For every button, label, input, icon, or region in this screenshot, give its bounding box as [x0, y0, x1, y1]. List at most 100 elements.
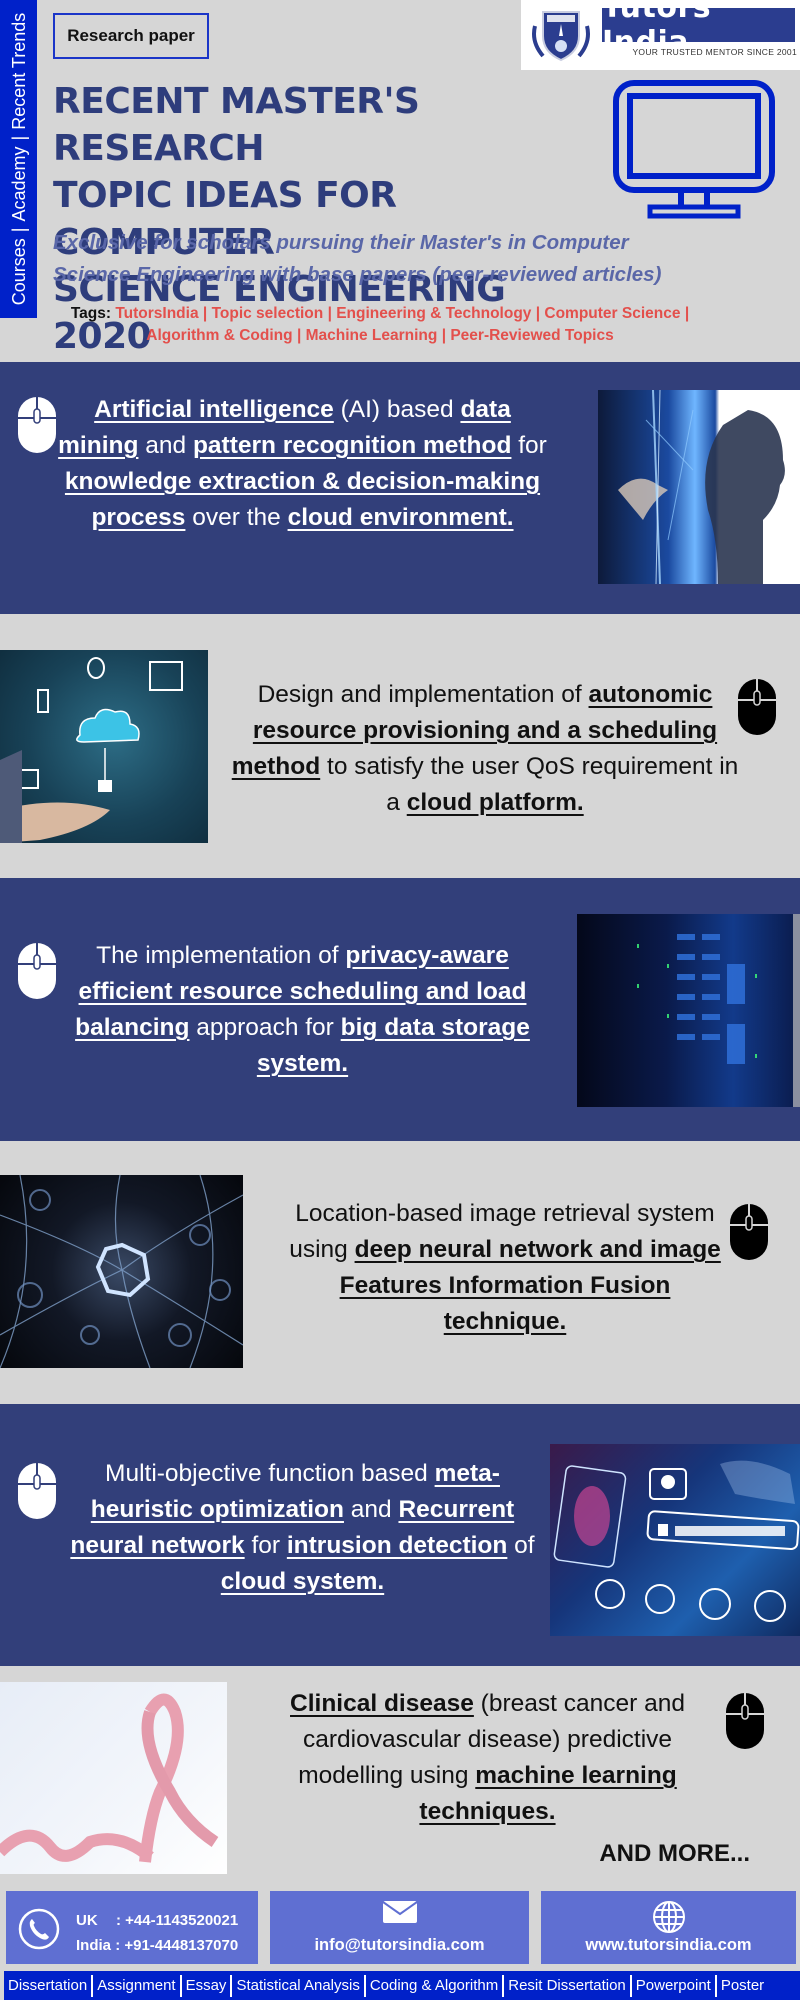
- separator: |: [327, 305, 332, 322]
- topic-text-segment: The implementation of: [96, 942, 346, 969]
- mouse-icon: [18, 943, 56, 999]
- topic-text-segment: and: [138, 432, 193, 459]
- topic-text: Clinical disease (breast cancer and card…: [255, 1686, 720, 1830]
- mail-icon: [381, 1901, 418, 1923]
- topic-section: Location-based image retrieval system us…: [0, 1141, 800, 1404]
- separator: |: [441, 327, 447, 344]
- cloud-network-photo: [0, 650, 208, 843]
- topic-keyword: Artificial intelligence: [94, 396, 334, 423]
- side-bar: Courses | Academy | Recent Trends: [0, 0, 37, 318]
- phone-line-uk[interactable]: UK : +44-1143520021: [76, 1908, 238, 1933]
- cloud-network-illustration: [0, 657, 183, 843]
- category-badge: Research paper: [53, 13, 209, 59]
- topic-section: Clinical disease (breast cancer and card…: [0, 1666, 800, 1890]
- subtitle-line: Science Engineering with base papers (pe…: [53, 263, 662, 286]
- logo-brand: Tutors India: [602, 0, 795, 60]
- nav-item-coding-algorithm[interactable]: Coding & Algorithm: [366, 1977, 502, 1994]
- topic-text-segment: over the: [185, 504, 288, 531]
- phone-icon: [18, 1908, 60, 1950]
- contact-phone[interactable]: UK : +44-1143520021 India : +91-444813707…: [6, 1891, 258, 1964]
- separator: |: [202, 305, 208, 322]
- phone-number: : +91-4448137070: [115, 1937, 239, 1954]
- topic-text-segment: of: [507, 1532, 535, 1559]
- server-rack-illustration: [637, 914, 800, 1107]
- topic-text-segment: for: [511, 432, 547, 459]
- tag[interactable]: Algorithm & Coding: [146, 327, 292, 344]
- mouse-icon: [738, 679, 776, 735]
- topic-text-segment: Multi-objective function based: [105, 1460, 435, 1487]
- tag[interactable]: TutorsIndia: [115, 305, 198, 322]
- tag[interactable]: Computer Science: [544, 305, 680, 322]
- phone-number: : +44-1143520021: [116, 1912, 239, 1929]
- phone-label: India: [76, 1937, 112, 1954]
- ai-woman-photo: [598, 390, 800, 584]
- neural-network-illustration: [0, 1175, 243, 1368]
- separator: |: [296, 327, 302, 344]
- topic-keyword: deep neural network and image Features I…: [339, 1236, 721, 1335]
- separator: |: [8, 135, 29, 141]
- logo[interactable]: Tutors India YOUR TRUSTED MENTOR SINCE 2…: [521, 0, 800, 70]
- subtitle-line: Exclusive for scholars pursuing their Ma…: [53, 231, 629, 254]
- nav-item-dissertation[interactable]: Dissertation: [4, 1977, 91, 1994]
- separator: |: [8, 227, 29, 233]
- intrusion-dashboard-illustration: [553, 1460, 800, 1622]
- tag[interactable]: Machine Learning: [306, 327, 438, 344]
- side-link-courses[interactable]: Courses: [9, 238, 29, 305]
- pink-ribbon-photo: [0, 1682, 227, 1874]
- topic-keyword: cloud environment.: [287, 504, 514, 531]
- contact-email[interactable]: info@tutorsindia.com: [270, 1891, 529, 1964]
- monitor-icon: [613, 80, 775, 219]
- tags-label: Tags:: [70, 305, 112, 322]
- topic-keyword: pattern recognition method: [192, 432, 512, 459]
- topic-section: Multi-objective function based meta-heur…: [0, 1404, 800, 1666]
- server-rack-photo: [577, 914, 800, 1107]
- topic-text: The implementation of privacy-aware effi…: [55, 938, 550, 1082]
- tag[interactable]: Engineering & Technology: [336, 305, 531, 322]
- title-line: RECENT MASTER'S RESEARCH: [53, 81, 420, 169]
- topic-text-segment: (AI) based: [333, 396, 461, 423]
- mouse-icon: [18, 397, 56, 453]
- topic-text-segment: for: [244, 1532, 287, 1559]
- mouse-icon: [18, 1463, 56, 1519]
- separator: |: [535, 305, 541, 322]
- and-more-label: AND MORE...: [599, 1840, 750, 1867]
- topic-text: Multi-objective function based meta-heur…: [55, 1456, 550, 1600]
- phone-line-india[interactable]: India : +91-4448137070: [76, 1933, 238, 1958]
- mouse-icon: [730, 1204, 768, 1260]
- topic-section: Artificial intelligence (AI) based data …: [0, 362, 800, 614]
- contact-website[interactable]: www.tutorsindia.com: [541, 1891, 796, 1964]
- nav-item-powerpoint[interactable]: Powerpoint: [632, 1977, 715, 1994]
- topic-keyword: intrusion detection: [286, 1532, 508, 1559]
- logo-tagline: YOUR TRUSTED MENTOR SINCE 2001: [632, 47, 797, 57]
- phone-label: UK: [76, 1912, 98, 1929]
- topic-text-segment: approach for: [189, 1014, 341, 1041]
- side-link-recent-trends[interactable]: Recent Trends: [9, 13, 29, 130]
- nav-item-essay[interactable]: Essay: [182, 1977, 231, 1994]
- crest-icon: [532, 11, 590, 62]
- topic-keyword: cloud platform.: [406, 789, 584, 816]
- nav-item-statistical-analysis[interactable]: Statistical Analysis: [232, 1977, 363, 1994]
- globe-icon: [652, 1901, 685, 1933]
- pink-ribbon-illustration: [0, 1693, 219, 1863]
- separator: |: [684, 305, 690, 322]
- nav-item-assignment[interactable]: Assignment: [93, 1977, 179, 1994]
- email-link[interactable]: info@tutorsindia.com: [270, 1936, 529, 1955]
- tag[interactable]: Peer-Reviewed Topics: [450, 327, 613, 344]
- topic-keyword: cloud system.: [220, 1568, 385, 1595]
- nav-item-resit-dissertation[interactable]: Resit Dissertation: [504, 1977, 630, 1994]
- tag[interactable]: Topic selection: [212, 305, 324, 322]
- header: Courses | Academy | Recent Trends Research p…: [0, 0, 800, 362]
- website-link[interactable]: www.tutorsindia.com: [541, 1936, 796, 1955]
- subtitle: Exclusive for scholars pursuing their Ma…: [53, 227, 753, 291]
- tags: Tags: TutorsIndia | Topic selection | En…: [30, 303, 730, 347]
- topic-text-segment: Design and implementation of: [257, 681, 589, 708]
- nav-item-poster[interactable]: Poster: [717, 1977, 768, 1994]
- intrusion-detected-photo: [550, 1444, 800, 1636]
- ai-woman-silhouette: [618, 390, 785, 584]
- bottom-nav: Dissertation Assignment Essay Statistica…: [4, 1971, 800, 2000]
- side-link-academy[interactable]: Academy: [9, 146, 29, 221]
- topic-section: Design and implementation of autonomic r…: [0, 614, 800, 878]
- topic-section: The implementation of privacy-aware effi…: [0, 878, 800, 1141]
- topic-text-segment: and: [343, 1496, 399, 1523]
- mouse-icon: [726, 1693, 764, 1749]
